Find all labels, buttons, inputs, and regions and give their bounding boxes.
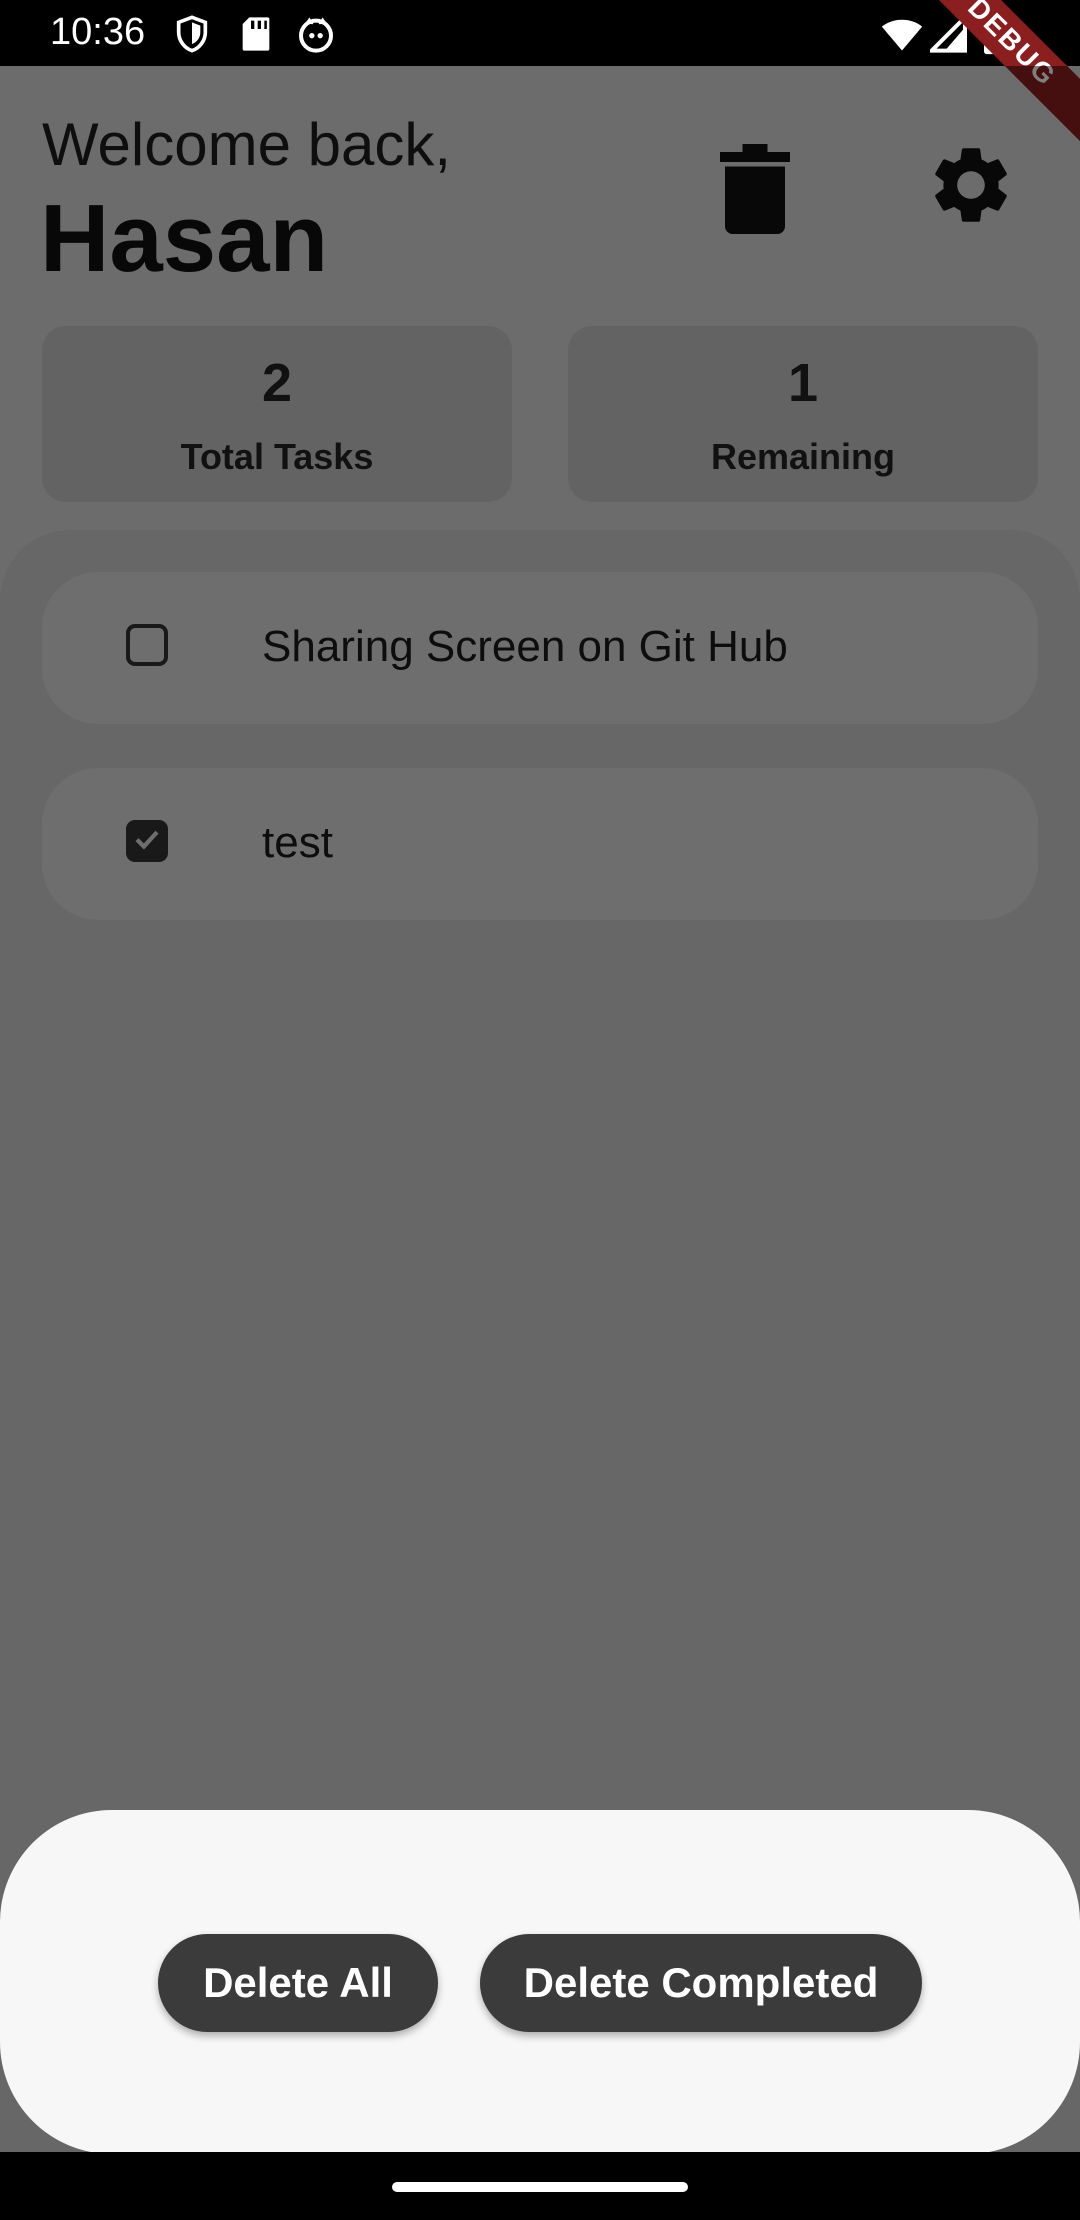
home-indicator[interactable]: [392, 2182, 688, 2192]
bottom-sheet: Delete All Delete Completed: [0, 1810, 1080, 2154]
sd-card-icon: [236, 14, 276, 54]
delete-completed-button[interactable]: Delete Completed: [480, 1934, 922, 2032]
delete-all-button[interactable]: Delete All: [158, 1934, 438, 2032]
wifi-icon: [880, 12, 924, 56]
navigation-bar: [0, 2152, 1080, 2220]
status-time: 10:36: [50, 11, 146, 53]
shield-icon: [172, 14, 212, 54]
status-bar: 10:36: [0, 0, 1080, 66]
screen: 10:36 Welcome back, Hasan: [0, 0, 1080, 2220]
github-cat-icon: [296, 14, 336, 54]
